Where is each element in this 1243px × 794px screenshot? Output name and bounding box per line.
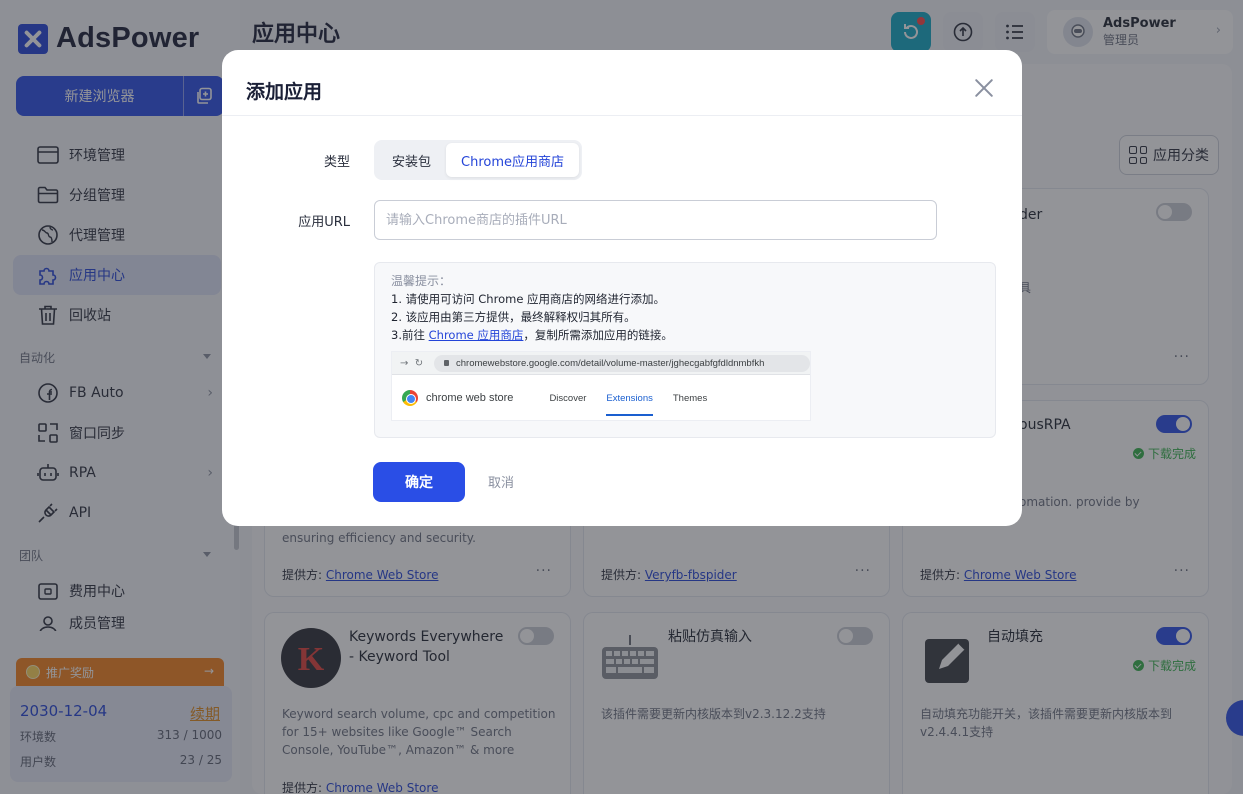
close-icon[interactable] [974, 78, 994, 98]
type-label: 类型 [323, 155, 350, 170]
example-tab-themes: Themes [672, 392, 708, 404]
example-tab-extensions: Extensions [606, 392, 654, 416]
chrome-store-link[interactable]: Chrome 应用商店 [429, 328, 524, 342]
example-screenshot: → ↻ chromewebstore.google.com/detail/vol… [391, 351, 811, 421]
chrome-web-store-logo-icon [402, 390, 418, 406]
type-option-package[interactable]: 安装包 [377, 143, 446, 177]
tip-line-3: 3.前往 Chrome 应用商店，复制所需添加应用的链接。 [391, 326, 979, 344]
tip-box: 温馨提示： 1. 请使用可访问 Chrome 应用商店的网络进行添加。 2. 该… [374, 262, 996, 438]
cancel-button[interactable]: 取消 [488, 472, 514, 491]
type-segmented-control: 安装包 Chrome应用商店 [374, 140, 583, 180]
example-tab-discover: Discover [549, 392, 587, 404]
type-option-chrome-store[interactable]: Chrome应用商店 [446, 143, 580, 177]
app-url-input[interactable] [374, 200, 937, 240]
tip-title: 温馨提示： [391, 274, 452, 288]
dialog-title: 添加应用 [246, 81, 323, 103]
example-address-bar: → ↻ chromewebstore.google.com/detail/vol… [392, 352, 810, 375]
tip-line-1: 1. 请使用可访问 Chrome 应用商店的网络进行添加。 [391, 292, 666, 306]
tip-line-3-prefix: 3.前往 [391, 328, 429, 342]
dialog-header: 添加应用 [222, 50, 1022, 116]
tip-line-3-suffix: ，复制所需添加应用的链接。 [523, 328, 673, 342]
add-app-dialog: 添加应用 类型 安装包 Chrome应用商店 应用URL 温馨提示： 1. 请使… [222, 50, 1022, 526]
example-store-header: chrome web store Discover Extensions The… [392, 375, 810, 421]
example-store-name: chrome web store [426, 392, 514, 404]
url-label: 应用URL [298, 215, 350, 230]
tip-line-2: 2. 该应用由第三方提供，最终解释权归其所有。 [391, 310, 636, 324]
confirm-button[interactable]: 确定 [373, 462, 465, 502]
browser-nav-icons: → ↻ [400, 357, 424, 369]
example-url: chromewebstore.google.com/detail/volume-… [434, 354, 810, 372]
